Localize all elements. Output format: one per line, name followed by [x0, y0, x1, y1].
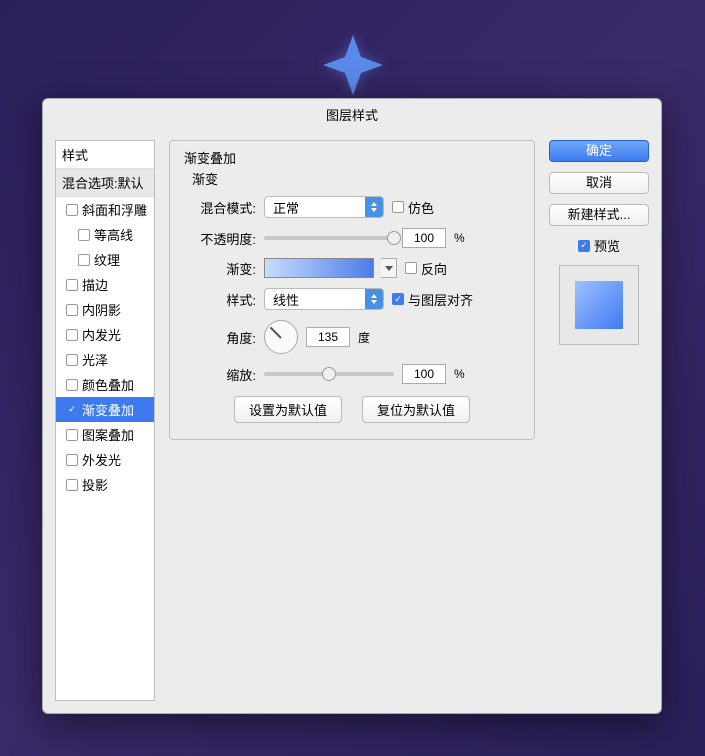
scale-label: 缩放:	[184, 365, 256, 384]
style-list-item[interactable]: 光泽	[56, 347, 154, 372]
opacity-slider[interactable]	[264, 236, 394, 240]
gradient-swatch[interactable]	[264, 258, 374, 278]
checkbox-icon	[66, 429, 78, 441]
style-list-item-label: 内阴影	[82, 300, 121, 319]
style-list-item[interactable]: 描边	[56, 272, 154, 297]
style-list-item[interactable]: 内阴影	[56, 297, 154, 322]
style-list-item-label: 外发光	[82, 450, 121, 469]
dial-hand-icon	[270, 327, 282, 339]
preview-box	[559, 265, 639, 345]
style-list-item[interactable]: 纹理	[56, 247, 154, 272]
preview-checkbox[interactable]: 预览	[578, 236, 620, 255]
align-label: 与图层对齐	[408, 290, 473, 309]
angle-unit: 度	[358, 329, 370, 346]
checkbox-icon	[66, 304, 78, 316]
opacity-unit: %	[454, 231, 465, 245]
blending-options-row[interactable]: 混合选项:默认	[56, 169, 154, 197]
checkbox-icon	[78, 229, 90, 241]
style-list-item-label: 颜色叠加	[82, 375, 134, 394]
checkbox-icon	[392, 201, 404, 213]
style-list-item[interactable]: 图案叠加	[56, 422, 154, 447]
checkbox-icon	[66, 404, 78, 416]
align-with-layer-checkbox[interactable]: 与图层对齐	[392, 290, 473, 309]
style-list-item-label: 斜面和浮雕	[82, 200, 147, 219]
style-list-item-label: 纹理	[94, 250, 120, 269]
checkbox-icon	[66, 329, 78, 341]
reverse-label: 反向	[421, 259, 447, 278]
gradient-style-value: 线性	[273, 290, 299, 309]
checkbox-icon	[578, 240, 590, 252]
styles-list-header: 样式	[56, 141, 154, 169]
reverse-checkbox[interactable]: 反向	[405, 259, 447, 278]
style-list-item[interactable]: 渐变叠加	[56, 397, 154, 422]
select-arrows-icon	[365, 197, 383, 217]
new-style-button[interactable]: 新建样式...	[549, 204, 649, 226]
gradient-subheading: 渐变	[192, 169, 520, 188]
checkbox-icon	[66, 454, 78, 466]
slider-thumb[interactable]	[322, 367, 336, 381]
style-list-item[interactable]: 等高线	[56, 222, 154, 247]
blend-mode-value: 正常	[273, 198, 299, 217]
background-star-icon	[313, 25, 393, 105]
style-list-item[interactable]: 外发光	[56, 447, 154, 472]
gradient-style-select[interactable]: 线性	[264, 288, 384, 310]
select-arrows-icon	[365, 289, 383, 309]
styles-list-panel: 样式 混合选项:默认 斜面和浮雕等高线纹理描边内阴影内发光光泽颜色叠加渐变叠加图…	[55, 140, 155, 701]
style-list-item[interactable]: 投影	[56, 472, 154, 497]
gradient-label: 渐变:	[184, 259, 256, 278]
style-list-item-label: 图案叠加	[82, 425, 134, 444]
style-list-item-label: 光泽	[82, 350, 108, 369]
slider-thumb[interactable]	[387, 231, 401, 245]
checkbox-icon	[66, 204, 78, 216]
angle-dial[interactable]	[264, 320, 298, 354]
style-list-item-label: 等高线	[94, 225, 133, 244]
dialog-title: 图层样式	[43, 99, 661, 132]
checkbox-icon	[405, 262, 417, 274]
gradient-overlay-panel: 渐变叠加 渐变 混合模式: 正常 仿色 不透明度:	[165, 140, 539, 701]
opacity-label: 不透明度:	[184, 229, 256, 248]
opacity-input[interactable]	[402, 228, 446, 248]
layer-style-dialog: 图层样式 样式 混合选项:默认 斜面和浮雕等高线纹理描边内阴影内发光光泽颜色叠加…	[42, 98, 662, 714]
dither-label: 仿色	[408, 198, 434, 217]
style-label: 样式:	[184, 290, 256, 309]
angle-input[interactable]	[306, 327, 350, 347]
preview-label: 预览	[594, 236, 620, 255]
action-panel: 确定 取消 新建样式... 预览	[549, 140, 649, 701]
blend-mode-label: 混合模式:	[184, 198, 256, 217]
angle-label: 角度:	[184, 328, 256, 347]
cancel-button[interactable]: 取消	[549, 172, 649, 194]
checkbox-icon	[78, 254, 90, 266]
style-list-item[interactable]: 颜色叠加	[56, 372, 154, 397]
scale-input[interactable]	[402, 364, 446, 384]
gradient-dropdown-button[interactable]	[381, 258, 397, 278]
reset-default-button[interactable]: 复位为默认值	[362, 396, 470, 423]
dither-checkbox[interactable]: 仿色	[392, 198, 434, 217]
ok-button[interactable]: 确定	[549, 140, 649, 162]
gradient-overlay-fieldset: 渐变叠加 渐变 混合模式: 正常 仿色 不透明度:	[169, 140, 535, 440]
style-list-item-label: 投影	[82, 475, 108, 494]
checkbox-icon	[66, 479, 78, 491]
checkbox-icon	[66, 379, 78, 391]
scale-unit: %	[454, 367, 465, 381]
style-list-item[interactable]: 斜面和浮雕	[56, 197, 154, 222]
scale-slider[interactable]	[264, 372, 394, 376]
dialog-body: 样式 混合选项:默认 斜面和浮雕等高线纹理描边内阴影内发光光泽颜色叠加渐变叠加图…	[43, 132, 661, 713]
preview-swatch	[575, 281, 623, 329]
checkbox-icon	[392, 293, 404, 305]
checkbox-icon	[66, 279, 78, 291]
blend-mode-select[interactable]: 正常	[264, 196, 384, 218]
make-default-button[interactable]: 设置为默认值	[234, 396, 342, 423]
fieldset-legend: 渐变叠加	[180, 148, 240, 167]
checkbox-icon	[66, 354, 78, 366]
style-list-item-label: 描边	[82, 275, 108, 294]
style-list-item-label: 内发光	[82, 325, 121, 344]
style-list-item-label: 渐变叠加	[82, 400, 134, 419]
style-list-item[interactable]: 内发光	[56, 322, 154, 347]
